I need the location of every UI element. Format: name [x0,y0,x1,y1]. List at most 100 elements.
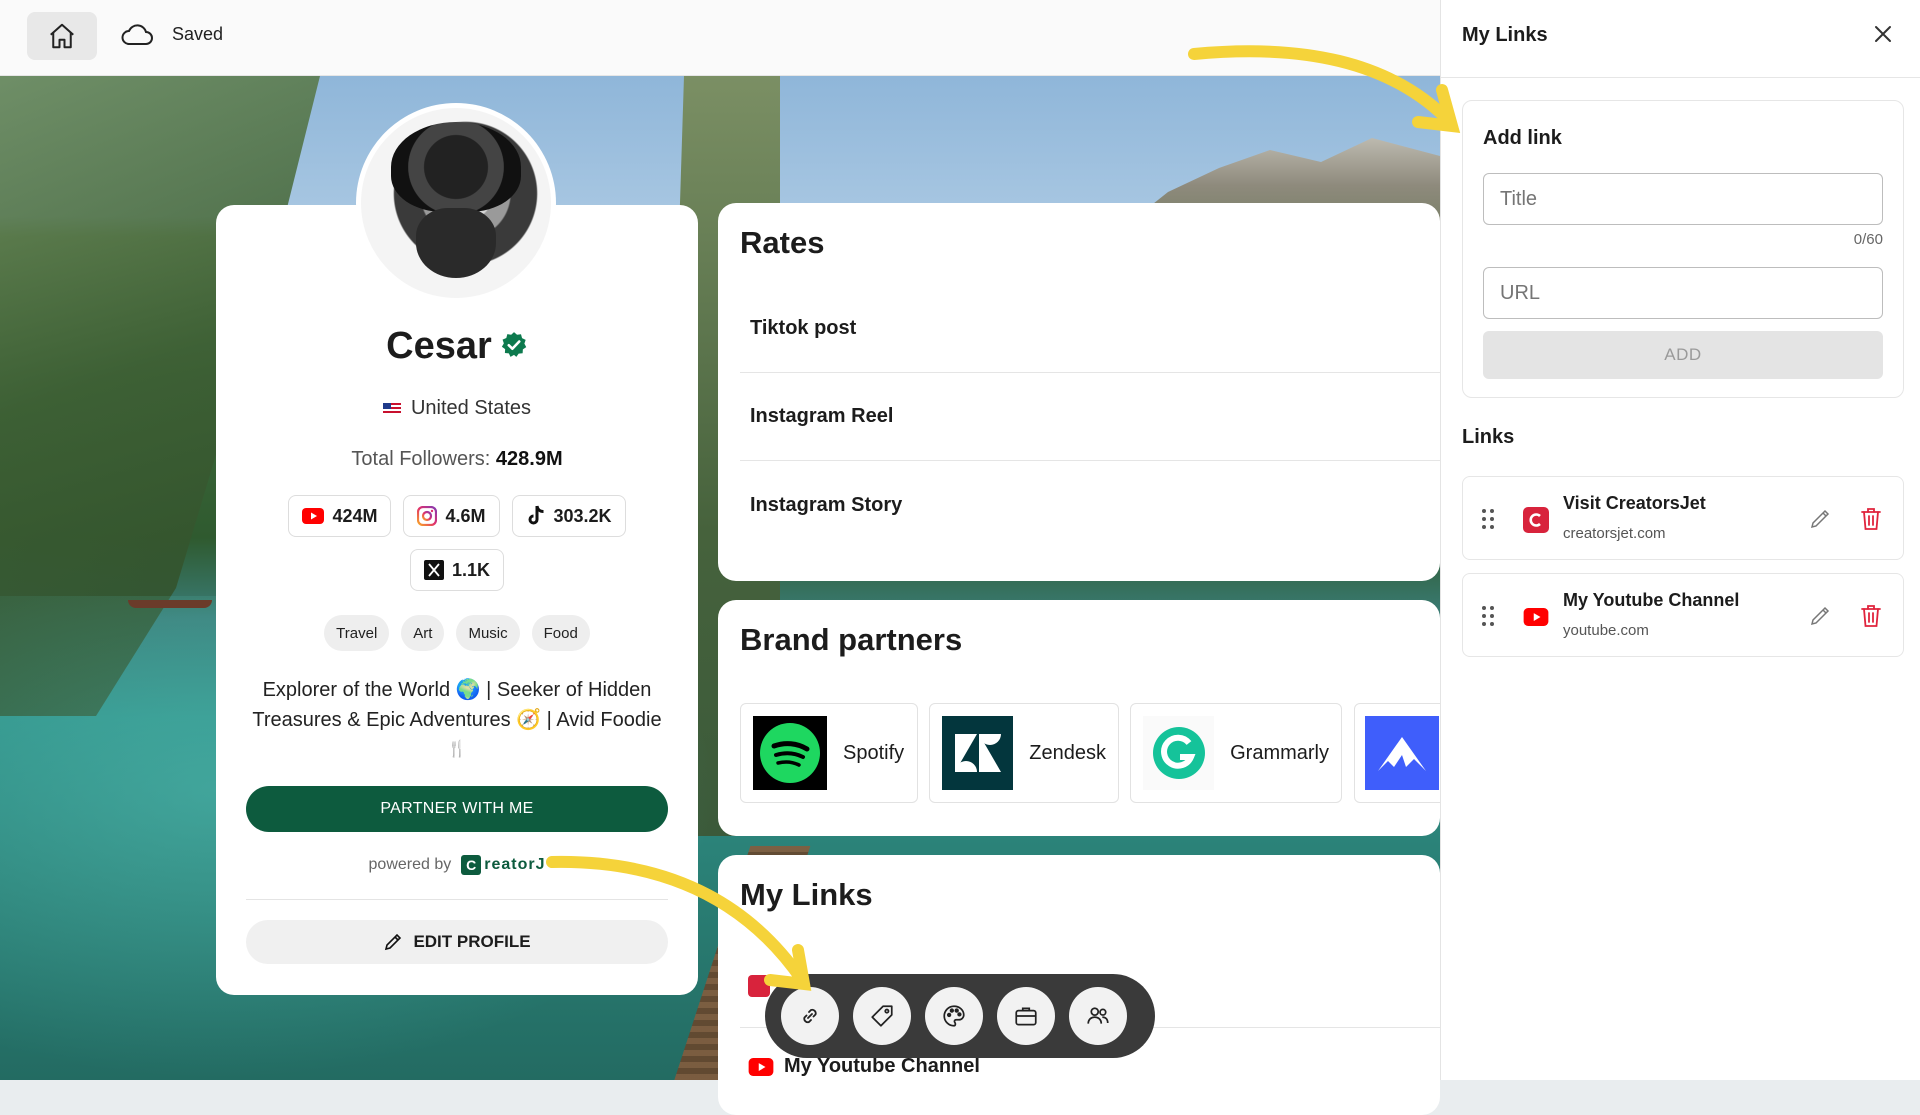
links-tool-button[interactable] [781,987,839,1045]
trash-icon[interactable] [1859,603,1883,629]
creatorsjet-logo[interactable]: C reatorJ [461,855,545,875]
rates-title: Rates [740,225,825,260]
portfolio-tool-button[interactable] [997,987,1055,1045]
pencil-icon [385,933,402,951]
link-title: My Youtube Channel [784,1055,980,1077]
audience-tool-button[interactable] [1069,987,1127,1045]
instagram-icon [417,506,438,526]
pencil-icon[interactable] [1808,507,1832,531]
bio-line-3: 🍴 [447,741,467,758]
link-icon [803,1008,817,1024]
country-label: United States [410,397,532,419]
followers-label: Total Followers: [351,448,491,470]
bio-line-2: Treasures & Epic Adventures 🧭 | Avid Foo… [252,709,662,731]
palette-icon [943,1005,965,1027]
title-char-count: 0/60 [1853,231,1883,248]
top-bar: Saved [0,0,1440,76]
rate-row[interactable]: Instagram Reel [740,373,1440,461]
link-item[interactable]: My Youtube Channel youtube.com [1462,573,1904,657]
social-stats-row-2: 1.1K [216,549,698,591]
tiktok-count: 303.2K [553,505,612,526]
add-link-form: Add link 0/60 ADD [1462,100,1904,398]
rate-label: Instagram Reel [750,405,894,427]
youtube-count: 424M [332,505,378,526]
brand-name: Grammarly [1230,741,1329,764]
youtube-icon [302,508,325,524]
powered-by-label: powered by [368,856,452,873]
tiktok-stat[interactable]: 303.2K [511,495,626,537]
pencil-icon[interactable] [1808,604,1832,628]
profile-name-row: Cesar [216,325,698,368]
tiktok-icon [528,505,544,525]
my-links-panel: My Links Add link 0/60 ADD Links Visit C… [1440,0,1920,1080]
saved-status: Saved [172,24,224,44]
brand-partners-card: Brand partners Spotify Zendesk Grammarly [718,600,1440,836]
brand-tile-zendesk[interactable]: Zendesk [929,703,1119,803]
x-stat[interactable]: 1.1K [409,549,505,591]
trash-icon[interactable] [1859,506,1883,532]
link-url: creatorsjet.com [1563,525,1666,542]
home-icon [50,23,74,49]
grammarly-logo-icon [1143,716,1215,790]
panel-title: My Links [1462,24,1548,46]
tag-food: Food [531,615,590,651]
theme-tool-button[interactable] [925,987,983,1045]
creatorsjet-wordmark: reatorJ [484,856,546,873]
brand-tile-spotify[interactable]: Spotify [740,703,918,803]
link-title: Visit CreatorsJet [1563,493,1706,513]
home-button[interactable] [27,12,97,60]
followers-value: 428.9M [495,448,563,470]
brand-tile-grammarly[interactable]: Grammarly [1130,703,1342,803]
instagram-stat[interactable]: 4.6M [403,495,500,537]
brand-tile-nordvpn[interactable] [1354,703,1440,803]
verified-badge-icon [501,332,527,357]
creatorsjet-logo-icon [1523,507,1549,533]
briefcase-icon [1015,1007,1037,1026]
close-icon[interactable] [1871,22,1895,46]
links-title: Links [1462,426,1515,448]
url-input[interactable] [1483,267,1883,319]
title-input[interactable] [1483,173,1883,225]
spotify-logo-icon [753,716,827,790]
brand-name: Zendesk [1029,741,1106,764]
rate-row[interactable]: Instagram Story [740,461,1440,549]
editor-toolbar [765,974,1155,1058]
total-followers: Total Followers: 428.9M [216,448,698,471]
x-icon [423,560,444,580]
bio-line-1: Explorer of the World 🌍 | Seeker of Hidd… [262,679,652,701]
rates-card: Rates Tiktok post Instagram Reel Instagr… [718,203,1440,581]
partner-with-me-button[interactable]: PARTNER WITH ME [246,786,668,832]
x-count: 1.1K [451,559,491,580]
creatorsjet-logo-icon [748,975,770,997]
link-url: youtube.com [1563,622,1649,639]
social-stats-row: 424M 4.6M 303.2K [216,495,698,537]
powered-by: powered by C reatorJ [216,855,698,875]
creatorsjet-logo-icon: C [461,855,482,875]
link-item[interactable]: Visit CreatorsJet creatorsjet.com [1462,476,1904,560]
edit-profile-button[interactable]: EDIT PROFILE [246,920,668,964]
edit-profile-label: EDIT PROFILE [413,932,531,951]
rates-tool-button[interactable] [853,987,911,1045]
tag-music: Music [456,615,520,651]
drag-handle-icon[interactable] [1481,507,1495,531]
youtube-stat[interactable]: 424M [288,495,392,537]
link-row[interactable]: My Youtube Channel [748,1055,980,1078]
divider [246,899,668,900]
rate-label: Instagram Story [750,493,903,516]
tag-icon [871,1005,893,1027]
cloud-icon [121,24,153,45]
instagram-count: 4.6M [445,505,486,526]
avatar [356,103,556,303]
country: United States [216,397,698,420]
my-links-title: My Links [740,877,873,912]
add-link-button[interactable]: ADD [1483,331,1883,379]
brand-partners-title: Brand partners [740,622,963,657]
tag-art: Art [401,615,445,651]
brand-name: Spotify [843,741,905,764]
drag-handle-icon[interactable] [1481,604,1495,628]
rate-row[interactable]: Tiktok post [740,285,1440,373]
users-icon [1087,1007,1109,1024]
youtube-icon [1523,604,1549,630]
link-title: My Youtube Channel [1563,590,1740,610]
tags-row: Travel Art Music Food [216,615,698,651]
